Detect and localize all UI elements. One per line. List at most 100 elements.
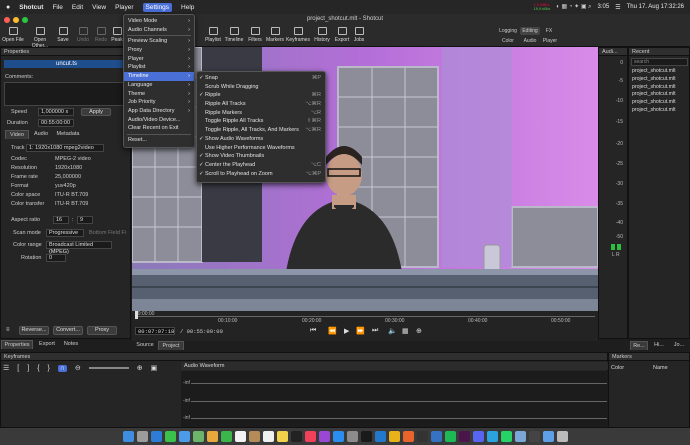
terminal-icon[interactable]	[360, 431, 372, 442]
next-keyframe-icon[interactable]: }	[48, 365, 50, 372]
facetime-icon[interactable]	[220, 431, 232, 442]
recent-item[interactable]: project_shotcut.mlt	[632, 76, 676, 84]
podcasts-icon[interactable]	[318, 431, 330, 442]
snap-icon[interactable]: ∩	[57, 364, 67, 372]
tab-notes[interactable]: Notes	[60, 340, 82, 349]
music-icon[interactable]	[304, 431, 316, 442]
notes-icon[interactable]	[276, 431, 288, 442]
aspect-height-field[interactable]: 9	[77, 216, 93, 224]
close-window-icon[interactable]	[4, 17, 10, 23]
set-in-icon[interactable]: [	[17, 365, 19, 372]
recent-item[interactable]: project_shotcut.mlt	[632, 107, 676, 115]
discord-icon[interactable]	[472, 431, 484, 442]
system-settings-icon[interactable]	[346, 431, 358, 442]
tab-project[interactable]: Project	[158, 341, 184, 350]
tab-jobs[interactable]: Jo...	[670, 341, 688, 350]
layout-audio-button[interactable]: Audio	[520, 37, 540, 45]
speed-field[interactable]: 1,000000 x	[38, 108, 74, 116]
menu-item-toggle-ripple-all-tracks-markers[interactable]: Toggle Ripple, All Tracks, And Markers ⌥⌘…	[197, 126, 325, 135]
field-order-select[interactable]: Bottom Field Fi	[89, 230, 126, 236]
control-center-icon[interactable]: ☰	[615, 4, 620, 11]
layout-fx-button[interactable]: FX	[542, 27, 556, 35]
calendar-icon[interactable]	[234, 431, 246, 442]
duration-field[interactable]: 00:55:00:00	[38, 119, 74, 127]
zoom-icon[interactable]: ⊕	[416, 327, 422, 335]
markers-name-header[interactable]: Name	[653, 365, 668, 371]
jobs-button[interactable]: Jobs	[346, 27, 372, 43]
convert-button[interactable]: Convert...	[53, 326, 83, 335]
menu-icon[interactable]: ☰	[3, 364, 9, 372]
firefox-icon[interactable]	[402, 431, 414, 442]
minimize-window-icon[interactable]	[13, 17, 19, 23]
zoom-in-icon[interactable]: ⊕	[137, 364, 143, 372]
menu-item-show-audio-waveforms[interactable]: ✓ Show Audio Waveforms	[197, 135, 325, 144]
telegram-icon[interactable]	[486, 431, 498, 442]
zoom-out-icon[interactable]: ⊖	[75, 364, 81, 372]
tab-audio[interactable]: Audio	[31, 130, 51, 139]
chrome-icon[interactable]	[388, 431, 400, 442]
grid-icon[interactable]: ▦	[402, 327, 409, 335]
messages-icon[interactable]	[164, 431, 176, 442]
menu-item-clear-recent[interactable]: Clear Recent on Exit	[124, 124, 194, 133]
proxy-button[interactable]: Proxy	[87, 326, 117, 335]
track-select[interactable]: 1: 1920x1080 mpeg2video	[26, 144, 104, 152]
set-out-icon[interactable]: ]	[27, 365, 29, 372]
recent-item[interactable]: project_shotcut.mlt	[632, 84, 676, 92]
trash-icon[interactable]	[556, 431, 568, 442]
recent-search-input[interactable]: search	[631, 58, 688, 66]
skip-next-icon[interactable]: ⏭	[372, 327, 378, 335]
app-store-icon[interactable]	[332, 431, 344, 442]
playhead[interactable]	[135, 311, 138, 319]
menu-item-theme[interactable]: Theme ›	[124, 90, 194, 99]
activity-monitor-icon[interactable]	[528, 431, 540, 442]
menu-item-scrub-while-dragging[interactable]: Scrub While Dragging	[197, 83, 325, 92]
menu-item-language[interactable]: Language ›	[124, 81, 194, 90]
fast-forward-icon[interactable]: ⏩	[356, 327, 365, 335]
slack-icon[interactable]	[458, 431, 470, 442]
menu-item-video-mode[interactable]: Video Mode ›	[124, 17, 194, 26]
reverse-button[interactable]: Reverse...	[19, 326, 49, 335]
tab-recent[interactable]: Re...	[630, 341, 648, 350]
comments-field[interactable]	[4, 82, 129, 106]
volume-icon[interactable]: 🔈	[388, 327, 397, 335]
menu-item-job-priority[interactable]: Job Priority ›	[124, 98, 194, 107]
menu-help[interactable]: Help	[181, 4, 194, 11]
layout-logging-button[interactable]: Logging	[496, 27, 520, 35]
menu-icon[interactable]: ≡	[6, 327, 10, 333]
tab-export[interactable]: Export	[36, 340, 58, 349]
contacts-icon[interactable]	[248, 431, 260, 442]
maps-icon[interactable]	[192, 431, 204, 442]
aspect-width-field[interactable]: 16	[53, 216, 69, 224]
preview-icon[interactable]	[514, 431, 526, 442]
rotation-select[interactable]: 0	[46, 254, 66, 262]
recent-item[interactable]: project_shotcut.mlt	[632, 91, 676, 99]
menu-item-ripple[interactable]: ✓ Ripple ⌘R	[197, 91, 325, 100]
scan-mode-select[interactable]: Progressive	[46, 229, 84, 237]
color-range-select[interactable]: Broadcast Limited (MPEG)	[46, 241, 112, 255]
play-icon[interactable]: ▶	[344, 327, 349, 335]
menu-item-snap[interactable]: ✓ Snap ⌘P	[197, 74, 325, 83]
finder-icon[interactable]	[122, 431, 134, 442]
tab-history[interactable]: Hi...	[650, 341, 668, 350]
menu-view[interactable]: View	[92, 4, 106, 11]
tab-properties[interactable]: Properties	[1, 340, 33, 349]
downloads-icon[interactable]	[542, 431, 554, 442]
timecode-field[interactable]: 00:07:07:18	[135, 327, 175, 335]
safari-icon[interactable]	[150, 431, 162, 442]
shotcut-icon[interactable]	[430, 431, 442, 442]
vscode-icon[interactable]	[374, 431, 386, 442]
menu-item-toggle-ripple-all-tracks[interactable]: Toggle Ripple All Tracks ⇧⌘R	[197, 117, 325, 126]
tv-icon[interactable]	[290, 431, 302, 442]
rewind-icon[interactable]: ⏪	[328, 327, 337, 335]
layout-editing-button[interactable]: Editing	[520, 27, 540, 35]
menu-player[interactable]: Player	[115, 4, 133, 11]
apply-button[interactable]: Apply	[81, 108, 111, 116]
menu-item-reset[interactable]: Reset...	[124, 136, 194, 145]
menu-item-playlist[interactable]: Playlist ›	[124, 63, 194, 72]
recent-item[interactable]: project_shotcut.mlt	[632, 68, 676, 76]
tab-source[interactable]: Source	[132, 341, 158, 350]
menu-item-preview-scaling[interactable]: Preview Scaling ›	[124, 37, 194, 46]
layout-player-button[interactable]: Player	[540, 37, 560, 45]
menu-edit[interactable]: Edit	[72, 4, 83, 11]
menu-item-ripple-markers[interactable]: Ripple Markers ⌥R	[197, 109, 325, 118]
